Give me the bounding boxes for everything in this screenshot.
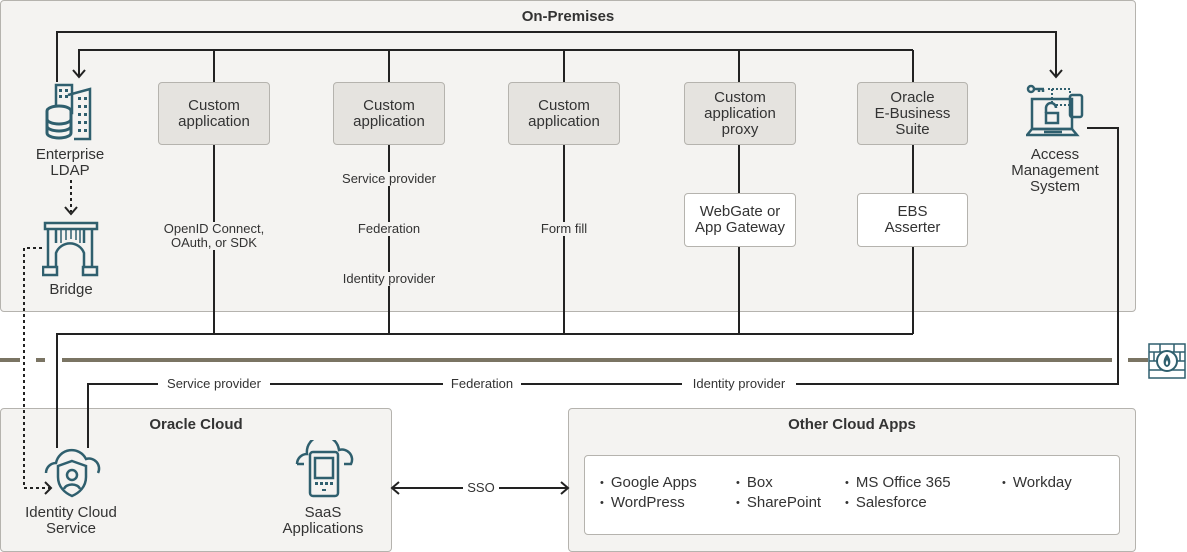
app-bus-line	[78, 49, 913, 76]
cloud-app-item: Salesforce	[845, 493, 951, 513]
identity-cloud-service-icon	[44, 448, 101, 498]
firewall-icon	[1148, 343, 1186, 379]
cloud-app-item: WordPress	[600, 493, 697, 513]
sso-label: SSO	[463, 481, 499, 495]
identity-cloud-service-label: Identity Cloud Service	[25, 504, 117, 537]
cloud-apps-column-4: Workday	[1002, 473, 1072, 493]
app-box-custom-1: Custom application	[158, 82, 270, 145]
app-box-ebs: Oracle E-Business Suite	[857, 82, 968, 145]
federation-line	[87, 127, 1119, 448]
fed-sp-label: Service provider	[158, 377, 270, 391]
app-box-proxy: Custom application proxy	[684, 82, 796, 145]
bridge-icon	[42, 221, 99, 277]
cloud-apps-column-1: Google Apps WordPress	[600, 473, 697, 513]
ldap-ams-line	[56, 31, 1057, 82]
cloud-apps-column-2: Box SharePoint	[736, 473, 821, 513]
bottom-bus-line	[56, 333, 913, 448]
enterprise-ldap-label: Enterprise LDAP	[35, 146, 105, 179]
cloud-apps-column-3: MS Office 365 Salesforce	[845, 473, 951, 513]
federation-label: Federation	[349, 222, 429, 236]
form-fill-label: Form fill	[532, 222, 596, 236]
cloud-app-item: Google Apps	[600, 473, 697, 493]
fed-idp-label: Identity provider	[682, 377, 796, 391]
fed-federation-label: Federation	[443, 377, 521, 391]
bridge-label: Bridge	[49, 281, 93, 298]
oidc-label: OpenID Connect, OAuth, or SDK	[154, 222, 274, 250]
cloud-app-item: Box	[736, 473, 821, 493]
webgate-box: WebGate or App Gateway	[684, 193, 796, 247]
identity-provider-label: Identity provider	[334, 272, 444, 286]
ebs-asserter-box: EBS Asserter	[857, 193, 968, 247]
app-box-custom-3: Custom application	[508, 82, 620, 145]
enterprise-ldap-icon	[45, 83, 92, 141]
cloud-app-item: SharePoint	[736, 493, 821, 513]
saas-applications-label: SaaS Applications	[282, 504, 364, 537]
access-management-icon	[1026, 84, 1084, 137]
app-box-custom-2: Custom application	[333, 82, 445, 145]
service-provider-label: Service provider	[334, 172, 444, 186]
saas-applications-icon	[295, 440, 354, 498]
cloud-app-item: Workday	[1002, 473, 1072, 493]
access-management-label: Access Management System	[1011, 146, 1099, 195]
cloud-app-item: MS Office 365	[845, 473, 951, 493]
